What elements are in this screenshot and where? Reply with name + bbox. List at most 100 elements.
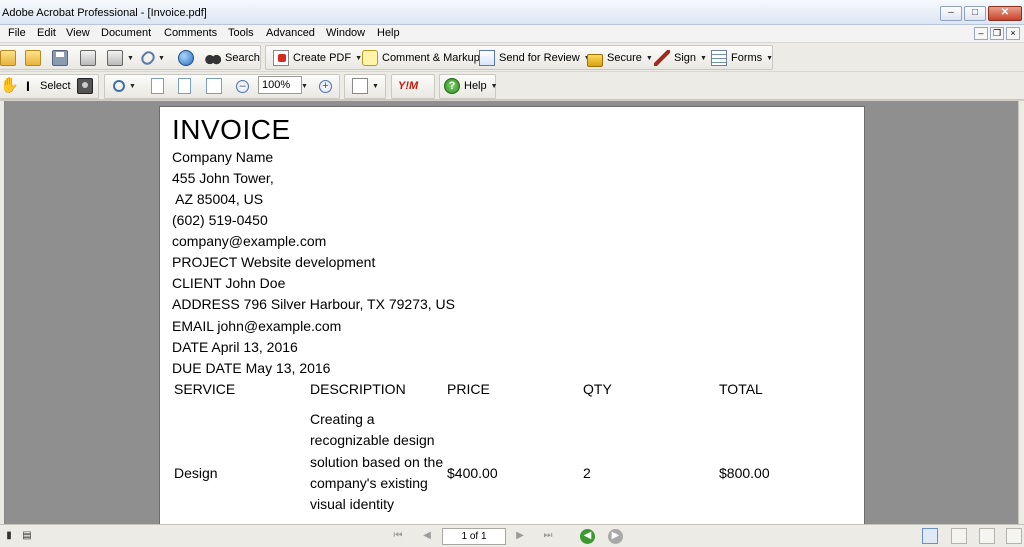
email-button[interactable]: ▼ [107, 48, 134, 68]
table-header-price: PRICE [447, 381, 490, 397]
continuous-facing-layout-button[interactable] [1006, 528, 1022, 544]
comment-icon [362, 50, 378, 66]
zoom-in-button[interactable]: + [319, 76, 332, 96]
forms-icon [711, 50, 727, 66]
row-price: $400.00 [447, 465, 498, 481]
chevron-down-icon: ▼ [355, 54, 363, 62]
last-page-button[interactable]: ⏭ [541, 529, 555, 543]
camera-icon [77, 78, 93, 94]
minimize-button[interactable]: – [940, 6, 962, 21]
page-options-icon[interactable]: ▤ [20, 529, 34, 543]
menu-help[interactable]: Help [377, 27, 400, 39]
hand-tool-button[interactable]: ✋ [0, 76, 19, 96]
secure-label: Secure [607, 52, 642, 64]
maximize-button[interactable]: □ [964, 6, 986, 21]
client-address-line: ADDRESS 796 Silver Harbour, TX 79273, US [172, 296, 455, 312]
magnifier-icon [113, 80, 125, 92]
pen-icon [654, 50, 670, 66]
comment-markup-button[interactable]: Comment & Markup ▼ [362, 48, 491, 68]
lock-icon [587, 53, 603, 67]
continuous-layout-button[interactable] [951, 528, 967, 544]
invoice-date: DATE April 13, 2016 [172, 339, 298, 355]
previous-page-button[interactable]: ◀ [420, 529, 434, 543]
email-icon [107, 50, 123, 66]
print-button[interactable] [80, 48, 96, 68]
select-tool-button[interactable]: I Select [20, 76, 71, 96]
search-button[interactable]: Search [205, 48, 260, 68]
chevron-down-icon: ▼ [645, 54, 653, 62]
pages-panel-icon[interactable]: ▮ [2, 529, 16, 543]
pdf-page: INVOICE Company Name 455 John Tower, AZ … [159, 106, 865, 524]
binoculars-icon [205, 50, 221, 66]
zoom-in-tool-button[interactable]: ▼ [113, 76, 136, 96]
menu-window[interactable]: Window [326, 27, 365, 39]
zoom-input[interactable]: 100% [258, 76, 302, 94]
vertical-scrollbar[interactable] [1018, 101, 1024, 524]
chevron-down-icon: ▼ [301, 82, 308, 90]
chevron-down-icon: ▼ [766, 54, 774, 62]
rotate-view-button[interactable]: ▼ [352, 76, 379, 96]
open-button[interactable] [0, 48, 16, 68]
organizer-icon [25, 50, 41, 66]
doc-restore-button[interactable]: ❐ [990, 27, 1004, 40]
attach-button[interactable]: ▼ [138, 48, 165, 68]
globe-icon [178, 50, 194, 66]
sign-button[interactable]: Sign ▼ [654, 48, 707, 68]
facing-layout-button[interactable] [979, 528, 995, 544]
send-for-review-button[interactable]: Send for Review ▼ [479, 48, 591, 68]
client-line: CLIENT John Doe [172, 275, 286, 291]
document-window-controls: – ❐ × [974, 27, 1020, 40]
next-page-button[interactable]: ▶ [513, 529, 527, 543]
snapshot-button[interactable] [77, 76, 93, 96]
fit-page-icon [178, 78, 191, 94]
title-bar: Adobe Acrobat Professional - [Invoice.pd… [0, 0, 1024, 25]
menu-comments[interactable]: Comments [164, 27, 217, 39]
fit-page-button[interactable] [178, 76, 191, 96]
menu-advanced[interactable]: Advanced [266, 27, 315, 39]
save-button[interactable] [52, 48, 68, 68]
close-button[interactable]: ✕ [988, 6, 1022, 21]
window-title: Adobe Acrobat Professional - [Invoice.pd… [2, 7, 207, 19]
review-icon [479, 50, 495, 66]
create-pdf-icon [273, 50, 289, 66]
doc-minimize-button[interactable]: – [974, 27, 988, 40]
yahoo-messenger-button[interactable]: Y!M [398, 76, 428, 96]
sign-label: Sign [674, 52, 697, 64]
forms-button[interactable]: Forms ▼ [711, 48, 773, 68]
minus-icon: – [236, 79, 249, 93]
actual-size-button[interactable] [151, 76, 164, 96]
rotate-page-icon [352, 78, 368, 94]
company-address-line2: AZ 85004, US [172, 191, 264, 207]
menu-edit[interactable]: Edit [37, 27, 56, 39]
company-address-line1: 455 John Tower, [172, 170, 274, 186]
create-pdf-button[interactable]: Create PDF ▼ [273, 48, 362, 68]
globe-button[interactable] [178, 48, 194, 68]
fit-width-button[interactable] [206, 76, 222, 96]
comment-markup-label: Comment & Markup [382, 52, 480, 64]
forms-label: Forms [731, 52, 763, 64]
doc-close-button[interactable]: × [1006, 27, 1020, 40]
menu-tools[interactable]: Tools [228, 27, 254, 39]
document-viewport[interactable]: INVOICE Company Name 455 John Tower, AZ … [4, 101, 1018, 524]
help-button[interactable]: ? Help ▼ [444, 76, 498, 96]
company-email: company@example.com [172, 233, 327, 249]
first-page-button[interactable]: ⏮ [391, 529, 405, 543]
actual-size-icon [151, 78, 164, 94]
view-toolbar: ✋ I Select ▼ – 100% ▼ + ▼ Y!M ? Help ▼ [0, 72, 1024, 100]
organizer-button[interactable] [25, 48, 41, 68]
single-page-layout-button[interactable] [922, 528, 938, 544]
text-cursor-icon: I [26, 78, 30, 94]
previous-view-button[interactable]: ◀ [580, 529, 595, 544]
next-view-button[interactable]: ▶ [608, 529, 623, 544]
select-label: Select [40, 80, 71, 92]
menu-file[interactable]: File [8, 27, 26, 39]
secure-button[interactable]: Secure ▼ [587, 48, 653, 68]
zoom-dropdown-button[interactable]: ▼ [301, 76, 308, 96]
menu-document[interactable]: Document [101, 27, 151, 39]
menu-view[interactable]: View [66, 27, 90, 39]
paperclip-icon [138, 48, 158, 68]
zoom-out-button[interactable]: – [236, 76, 249, 96]
status-bar: ▮ ▤ ⏮ ◀ 1 of 1 ▶ ⏭ ◀ ▶ [0, 524, 1024, 547]
page-number-field[interactable]: 1 of 1 [442, 528, 506, 545]
open-folder-icon [0, 50, 16, 66]
